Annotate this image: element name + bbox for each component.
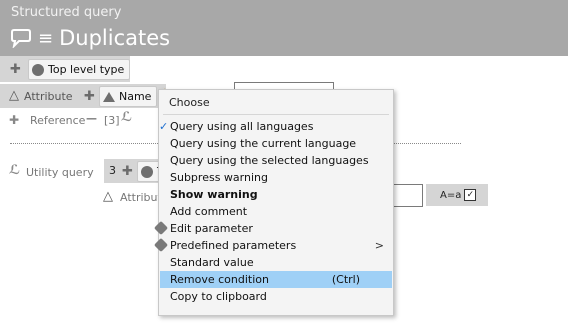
utility-type-dot-icon — [141, 165, 153, 178]
attribute2-triangle-icon: △ — [103, 189, 113, 204]
case-sensitive-area: A=a ✓ — [426, 184, 488, 206]
diamond-icon — [153, 220, 169, 236]
menu-item-standard-value[interactable]: Standard value — [160, 254, 392, 271]
menu-item-edit-parameter[interactable]: Edit parameter — [153, 220, 392, 237]
top-level-type-label: Top level type — [48, 63, 125, 76]
case-sensitive-checkbox[interactable]: ✓ — [464, 189, 477, 201]
attribute-value-label: Name — [119, 90, 152, 103]
reference-minus-icon[interactable]: — — [86, 112, 97, 125]
menu-item-predefined-parameters[interactable]: Predefined parameters > — [153, 237, 392, 254]
menu-item-add-comment[interactable]: Add comment — [160, 203, 392, 220]
attribute-value-chip[interactable]: Name — [99, 86, 158, 107]
separator-right — [393, 143, 461, 144]
context-menu-header: Choose — [169, 96, 210, 109]
menu-item-remove-condition[interactable]: Remove condition (Ctrl) — [160, 271, 392, 288]
add-utility-icon[interactable]: ✚ — [122, 164, 133, 179]
reference-label: Reference — [30, 114, 86, 127]
menu-item-label: Query using all languages — [170, 120, 314, 133]
menu-icon[interactable]: ≡ — [38, 28, 53, 49]
utility-query-label: Utility query — [26, 166, 94, 179]
separator-left — [10, 143, 158, 144]
chevron-right-icon: > — [374, 239, 384, 252]
attribute-triangle-icon: △ — [9, 88, 19, 103]
menu-item-label: Query using the current language — [170, 137, 357, 150]
page-title: Duplicates — [59, 26, 171, 50]
attribute2-input-field[interactable] — [391, 184, 423, 207]
checkmark-icon: ✓ — [159, 120, 169, 133]
add-icon[interactable]: ✚ — [10, 62, 21, 77]
reference-icon: ✚ — [9, 113, 20, 127]
attribute-label: Attribute — [24, 90, 73, 103]
case-sensitive-label: A=a — [440, 189, 462, 201]
menu-item-label: Query using the selected languages — [170, 154, 369, 167]
menu-item-label: Show warning — [170, 188, 258, 201]
utility-anchor-icon: ℒ — [9, 163, 21, 178]
diamond-icon — [153, 237, 169, 253]
utility-count: 3 — [109, 164, 116, 177]
speech-bubble-icon — [11, 29, 31, 48]
menu-item-label: Subpress warning — [170, 171, 268, 184]
menu-item-label: Copy to clipboard — [170, 290, 267, 303]
context-menu: Choose ✓ Query using all languages Query… — [153, 89, 394, 316]
menu-item-label: Add comment — [170, 205, 248, 218]
menu-item-show-warning[interactable]: Show warning — [160, 186, 392, 203]
menu-item-selected-languages[interactable]: Query using the selected languages — [160, 152, 392, 169]
menu-item-copy-to-clipboard[interactable]: Copy to clipboard — [160, 288, 392, 305]
menu-item-label: Standard value — [170, 256, 254, 269]
menu-item-subpress-warning[interactable]: Subpress warning — [160, 169, 392, 186]
header-subtitle: Structured query — [11, 5, 122, 20]
menu-item-label: Predefined parameters — [170, 239, 297, 252]
menu-item-shortcut: (Ctrl) — [331, 273, 360, 286]
menu-item-current-language[interactable]: Query using the current language — [160, 135, 392, 152]
attribute-value-triangle-icon — [103, 91, 115, 102]
top-level-type-chip[interactable]: Top level type — [28, 59, 131, 80]
context-menu-separator — [163, 114, 389, 115]
header-title-row: ≡ Duplicates — [10, 25, 170, 51]
reference-count: [3] — [104, 114, 120, 127]
anchor-icon[interactable]: ℒ — [121, 110, 132, 125]
query-header: Structured query ≡ Duplicates — [0, 0, 568, 56]
add-attribute-icon[interactable]: ✚ — [84, 89, 95, 104]
type-dot-icon — [32, 63, 44, 76]
menu-item-label: Remove condition — [170, 273, 269, 286]
menu-item-all-languages[interactable]: ✓ Query using all languages — [159, 118, 392, 135]
menu-item-label: Edit parameter — [170, 222, 253, 235]
